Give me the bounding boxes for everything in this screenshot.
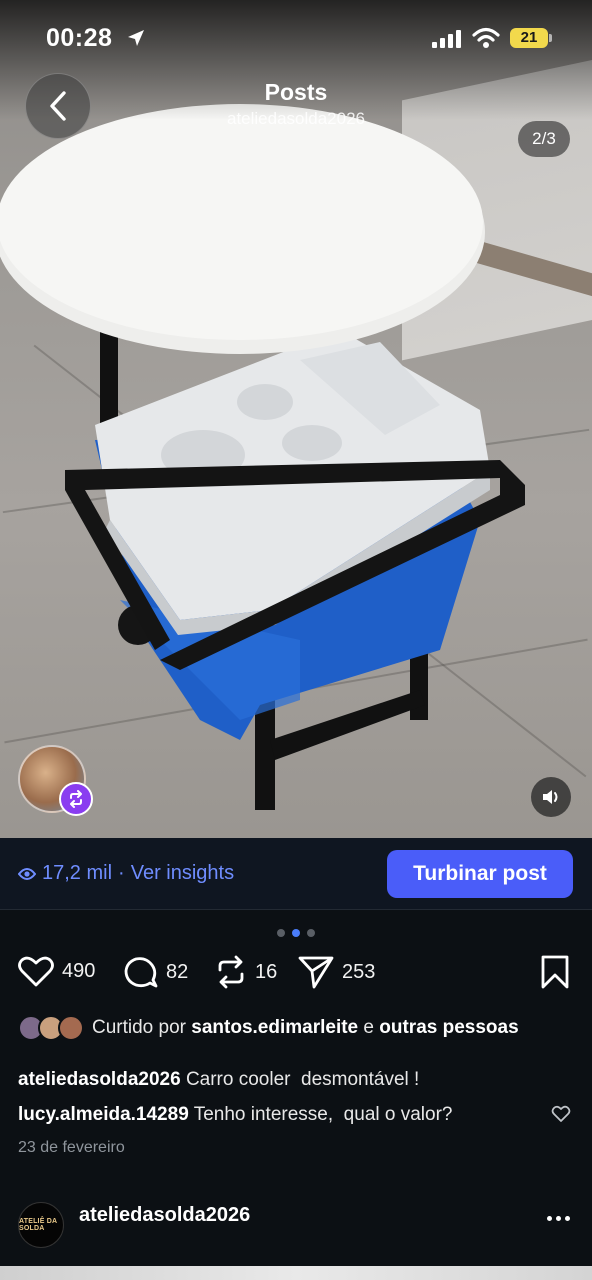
battery-icon — [549, 34, 552, 42]
status-bar: 00:28 21 — [0, 24, 592, 56]
post-media[interactable]: 00:28 21 Posts ateliedasolda2026 2/3 — [0, 0, 592, 838]
repost-icon — [218, 955, 244, 989]
next-post-preview — [0, 1266, 592, 1280]
carousel-dot-active — [292, 929, 300, 937]
likes-count: 490 — [62, 959, 96, 982]
status-time: 00:28 — [46, 24, 113, 52]
comment-action[interactable]: 82 — [124, 955, 188, 989]
liked-conj: e — [363, 1017, 374, 1039]
page-subtitle[interactable]: ateliedasolda2026 — [0, 109, 592, 129]
insights-bar: 17,2 mil · Ver insights Turbinar post — [0, 838, 592, 910]
insights-link[interactable]: 17,2 mil · Ver insights — [18, 862, 234, 885]
comment-text: Tenho interesse, qual o valor? — [193, 1104, 453, 1125]
repost-badge — [59, 782, 93, 816]
liked-prefix: Curtido por — [92, 1017, 186, 1039]
comment-like-button[interactable] — [551, 1105, 571, 1128]
location-arrow-icon — [126, 28, 146, 53]
carousel-dot — [307, 929, 315, 937]
insights-label: Ver insights — [130, 862, 235, 884]
post-caption: ateliedasolda2026 Carro cooler desmontáv… — [18, 1069, 419, 1091]
page-title: Posts — [264, 79, 328, 105]
repost-action[interactable]: 16 — [215, 955, 277, 989]
carousel-dots — [0, 929, 592, 937]
carousel-counter: 2/3 — [518, 121, 570, 157]
carousel-dot — [277, 929, 285, 937]
next-post-author: ATELIÊ DA SOLDA ateliedasolda2026 — [18, 1202, 574, 1250]
liked-avatars — [18, 1015, 88, 1041]
like-action[interactable]: 490 — [18, 955, 95, 987]
heart-icon — [18, 956, 54, 987]
caption-text: Carro cooler desmontável ! — [185, 1069, 420, 1090]
author-avatar[interactable]: ATELIÊ DA SOLDA — [18, 1202, 64, 1248]
share-action[interactable]: 253 — [298, 955, 375, 989]
liked-by[interactable]: Curtido por santos.edimarleite e outras … — [18, 1015, 574, 1041]
save-action[interactable] — [540, 955, 570, 989]
sound-toggle-button[interactable] — [531, 777, 571, 817]
reposts-count: 16 — [255, 960, 278, 983]
boost-post-button[interactable]: Turbinar post — [387, 850, 573, 898]
avatar — [58, 1015, 84, 1041]
post-actions: 490 82 16 253 — [18, 955, 574, 995]
comment-preview[interactable]: lucy.almeida.14289 Tenho interesse, qual… — [18, 1104, 452, 1126]
views-count: 17,2 mil — [42, 862, 113, 884]
more-icon[interactable] — [547, 1216, 570, 1221]
comment-icon — [124, 957, 158, 988]
eye-icon — [18, 867, 36, 880]
share-icon — [298, 956, 334, 989]
sound-icon — [543, 790, 558, 804]
shares-count: 253 — [342, 960, 376, 983]
bookmark-icon — [541, 955, 569, 989]
author-name[interactable]: ateliedasolda2026 — [79, 1204, 250, 1227]
insights-separator: · — [118, 862, 125, 884]
battery-level: 21 — [510, 28, 548, 48]
wifi-icon — [472, 27, 500, 54]
heart-icon — [551, 1105, 571, 1122]
signal-icon — [432, 30, 461, 48]
post-date: 23 de fevereiro — [18, 1139, 125, 1156]
repost-icon — [70, 790, 82, 808]
comment-user[interactable]: lucy.almeida.14289 — [18, 1104, 189, 1125]
comments-count: 82 — [166, 960, 189, 983]
liked-others[interactable]: outras pessoas — [379, 1017, 518, 1038]
caption-user[interactable]: ateliedasolda2026 — [18, 1069, 181, 1090]
liked-user[interactable]: santos.edimarleite — [191, 1017, 358, 1038]
